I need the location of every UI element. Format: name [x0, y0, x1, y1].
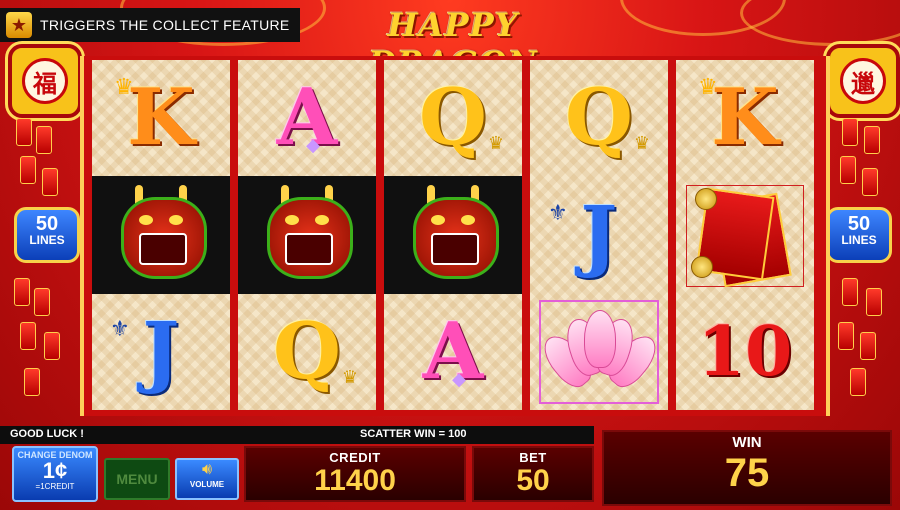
crown-icon: ♛	[487, 133, 504, 153]
lines-label-left: LINES	[29, 233, 65, 247]
symbol-red-envelope	[676, 178, 814, 294]
denom-sub: =1CREDIT	[35, 482, 75, 491]
symbol-king: ♛ K	[114, 72, 195, 163]
speaker-icon: 🔊︎	[201, 461, 213, 478]
symbol-ace: A ◆	[422, 306, 484, 397]
credit-meter: CREDIT 11400	[244, 446, 466, 502]
dragon-head-icon	[109, 185, 213, 285]
fleur-de-lis-icon: ⚜	[548, 200, 568, 225]
denom-value: 1¢	[42, 458, 68, 483]
lines-value-left: 50	[35, 213, 59, 235]
reel-area: ♛ K ⚜ J A ◆ Q ♛ Q ♛ A ◆ Q ♛ ⚜ J ♛ K 10	[80, 56, 830, 416]
symbol-jack: ⚜ J	[548, 190, 618, 281]
scatter-win-message: SCATTER WIN = 100	[360, 428, 467, 440]
win-label: WIN	[732, 434, 762, 451]
crown-icon: ♛	[698, 74, 718, 99]
volume-button[interactable]: 🔊︎ VOLUME	[175, 458, 239, 500]
fortune-coin-left: 福	[8, 44, 82, 118]
fleur-de-lis-icon: ⚜	[110, 316, 130, 341]
bet-value: 50	[516, 464, 550, 497]
symbol-ace: A ◆	[276, 72, 338, 163]
symbol-queen: Q ♛	[419, 72, 504, 163]
crown-icon: ♛	[341, 367, 358, 387]
symbol-jack: ⚜ J	[110, 306, 180, 397]
diamond-icon: ◆	[452, 369, 466, 389]
firecrackers-right	[832, 118, 892, 408]
reel-4: Q ♛ ⚜ J	[530, 60, 668, 410]
feature-banner: ★ TRIGGERS THE COLLECT FEATURE	[0, 8, 300, 42]
reel-5: ♛ K 10	[676, 60, 814, 410]
bet-meter[interactable]: BET 50	[472, 446, 594, 502]
symbol-king: ♛ K	[698, 72, 779, 163]
credit-label: CREDIT	[329, 450, 381, 465]
symbol-queen: Q ♛	[565, 72, 650, 163]
symbol-ten: 10	[697, 312, 793, 392]
win-value: 75	[724, 451, 770, 495]
volume-label: VOLUME	[189, 480, 225, 489]
reel-3: Q ♛ A ◆	[384, 60, 522, 410]
menu-button[interactable]: MENU	[104, 458, 170, 500]
reel-1: ♛ K ⚜ J	[92, 60, 230, 410]
symbol-queen: Q ♛	[273, 306, 358, 397]
diamond-icon: ◆	[306, 135, 320, 155]
symbol-lotus	[530, 294, 668, 410]
change-denom-button[interactable]: CHANGE DENOM 1¢ =1CREDIT	[12, 446, 98, 502]
fortune-character-left: 福	[22, 58, 68, 104]
symbol-dragon	[92, 176, 230, 294]
reel-2: A ◆ Q ♛	[238, 60, 376, 410]
red-envelope-icon	[686, 185, 804, 288]
symbol-dragon	[384, 176, 522, 294]
bet-label: BET	[519, 450, 547, 465]
lines-indicator-right: 50 LINES	[826, 207, 892, 263]
star-icon: ★	[6, 12, 32, 38]
feature-banner-text: TRIGGERS THE COLLECT FEATURE	[40, 17, 290, 33]
dragon-head-icon	[255, 185, 359, 285]
credit-value: 11400	[314, 464, 396, 497]
crown-icon: ♛	[633, 133, 650, 153]
fortune-coin-right: 邋	[826, 44, 900, 118]
lines-label-right: LINES	[841, 233, 877, 247]
symbol-dragon	[238, 176, 376, 294]
status-message: GOOD LUCK !	[10, 428, 84, 440]
fortune-character-right: 邋	[840, 58, 886, 104]
dragon-head-icon	[401, 185, 505, 285]
win-meter: WIN 75	[602, 430, 892, 506]
lines-value-right: 50	[847, 213, 871, 235]
message-bar	[0, 426, 594, 444]
crown-icon: ♛	[114, 74, 134, 99]
firecrackers-left	[10, 118, 70, 408]
lotus-icon	[536, 300, 664, 404]
lines-indicator-left: 50 LINES	[14, 207, 80, 263]
game-logo: HAPPY DRAGON	[368, 6, 537, 82]
